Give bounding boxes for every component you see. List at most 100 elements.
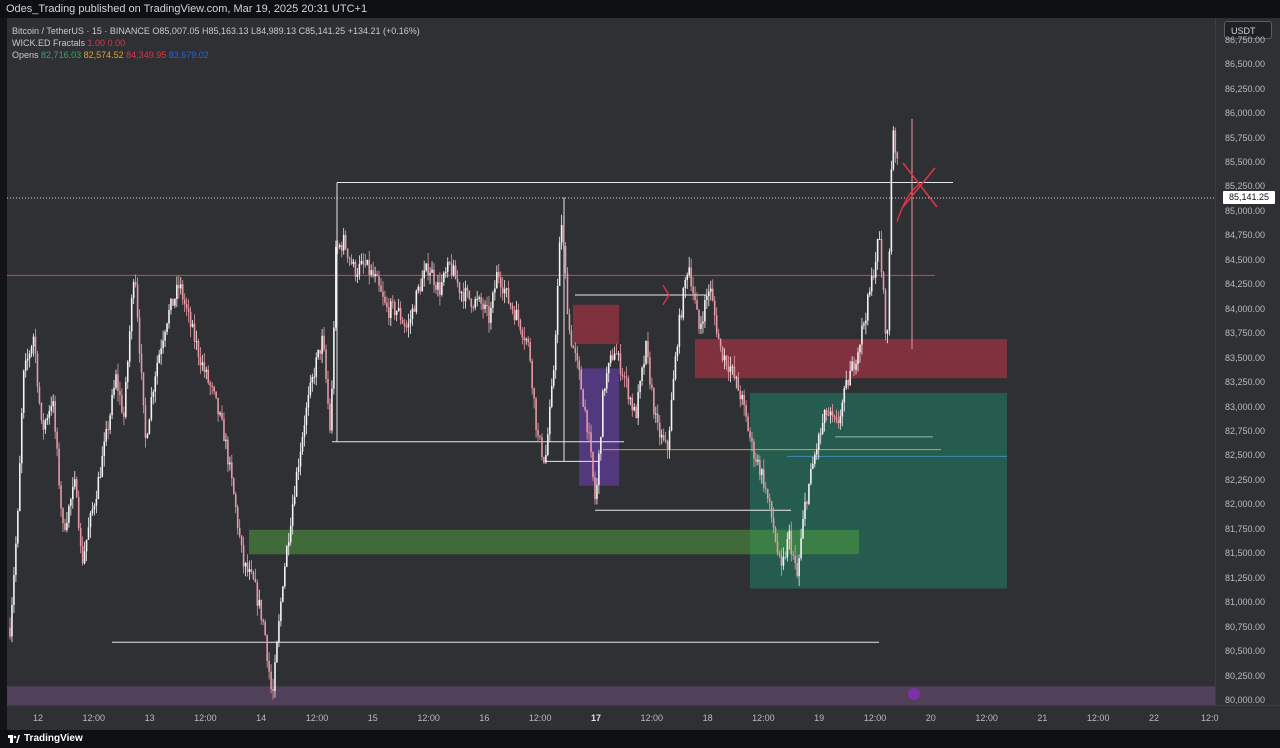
candle-body xyxy=(431,269,433,273)
candle-body xyxy=(537,430,539,436)
candle-body xyxy=(859,344,861,353)
fractals-indicator-name[interactable]: WICK.ED Fractals xyxy=(12,38,85,48)
indicator-marker-icon[interactable] xyxy=(908,688,920,700)
chart-container[interactable]: Bitcoin / TetherUS · 15 · BINANCE O85,00… xyxy=(7,18,1280,731)
price-tick-label: 81,250.00 xyxy=(1224,572,1265,583)
candle-body xyxy=(103,441,106,456)
candle-body xyxy=(653,388,655,415)
candle-body xyxy=(391,301,394,303)
candle-body xyxy=(568,314,571,331)
price-axis[interactable]: USDT 86,750.00 86,500.00 86,250.00 86,000.0… xyxy=(1215,18,1280,705)
candle-body xyxy=(658,422,661,438)
candle-body xyxy=(729,366,732,372)
candle-body xyxy=(250,569,253,573)
candle-body xyxy=(313,376,316,378)
candle-body xyxy=(672,378,675,401)
symbol-label[interactable]: Bitcoin / TetherUS · 15 · BINANCE xyxy=(12,26,150,36)
candle-body xyxy=(68,505,70,523)
candle-body xyxy=(766,488,769,499)
candle-body xyxy=(166,323,168,333)
candle-body xyxy=(234,494,237,507)
candle-body xyxy=(625,376,628,379)
candle-body xyxy=(154,376,157,392)
candle-body xyxy=(639,380,641,393)
candle-body xyxy=(470,298,473,308)
candle-body xyxy=(435,284,437,290)
candle-body xyxy=(690,267,692,287)
candle-body xyxy=(117,374,119,392)
candle-body xyxy=(315,357,318,377)
candle-body xyxy=(460,292,463,294)
time-tick-label: 12:00 xyxy=(417,713,440,723)
candle-body xyxy=(647,340,649,357)
publish-header: Odes_Trading published on TradingView.co… xyxy=(0,0,1280,18)
candle-body xyxy=(655,413,657,415)
candle-body xyxy=(185,304,188,309)
candle-body xyxy=(743,394,745,406)
candle-body xyxy=(725,355,728,366)
candle-body xyxy=(176,284,178,299)
candle-body xyxy=(203,362,206,372)
candle-body xyxy=(686,274,689,281)
candle-body xyxy=(874,261,877,278)
candle-body xyxy=(191,323,194,327)
candle-body xyxy=(564,245,567,274)
candle-body xyxy=(382,291,384,297)
candle-body xyxy=(366,259,369,265)
time-tick-label: 22 xyxy=(1148,713,1160,723)
candle-body xyxy=(256,582,259,606)
candle-body xyxy=(466,287,469,291)
candle-body xyxy=(476,298,478,300)
candle-body xyxy=(833,415,836,418)
candle-body xyxy=(217,397,219,415)
candle-body xyxy=(132,282,135,299)
candle-body xyxy=(231,462,233,479)
candle-body xyxy=(85,539,88,552)
candle-body xyxy=(635,406,637,419)
candle-body xyxy=(384,296,386,303)
time-tick-label: 21 xyxy=(1037,713,1048,723)
candle-body xyxy=(684,280,687,289)
current-price-tag: 85,141.25 xyxy=(1223,191,1275,205)
candle-body xyxy=(433,269,435,285)
candle-body xyxy=(896,152,899,159)
candle-body xyxy=(682,288,685,318)
candle-body xyxy=(831,411,834,416)
candle-body xyxy=(662,434,665,440)
time-tick-label: 12:0 xyxy=(1201,713,1219,723)
candle-body xyxy=(152,391,155,398)
time-axis[interactable]: 12 12:00 13 12:00 14 12:00 15 12:00 16 12:00 17 12:… xyxy=(7,705,1280,731)
candle-body xyxy=(849,370,851,386)
candle-body xyxy=(340,245,343,251)
candle-body xyxy=(505,288,508,290)
candle-body xyxy=(123,412,125,417)
candle-body xyxy=(592,452,594,478)
candle-body xyxy=(423,270,425,279)
chart-legend: Bitcoin / TetherUS · 15 · BINANCE O85,00… xyxy=(12,25,420,61)
candle-body xyxy=(814,454,816,464)
plot-area[interactable]: Bitcoin / TetherUS · 15 · BINANCE O85,00… xyxy=(7,18,1215,705)
candle-body xyxy=(91,509,94,514)
candle-body xyxy=(305,407,308,426)
candle-body xyxy=(11,604,13,637)
candle-body xyxy=(841,402,844,417)
candle-body xyxy=(870,275,873,292)
candle-body xyxy=(48,410,51,419)
opens-indicator-name[interactable]: Opens xyxy=(12,50,39,60)
time-tick-label: 19 xyxy=(814,713,825,723)
candle-body xyxy=(613,353,616,360)
candle-body xyxy=(892,130,895,170)
candle-body xyxy=(541,437,543,457)
candle-body xyxy=(737,377,740,391)
price-tick-label: 84,500.00 xyxy=(1224,254,1265,265)
candle-body xyxy=(855,363,857,370)
candle-body xyxy=(602,391,604,438)
candle-body xyxy=(376,274,378,277)
candle-body xyxy=(309,382,312,396)
price-chart[interactable] xyxy=(7,18,1215,705)
candle-body xyxy=(380,285,382,292)
price-tick-label: 84,000.00 xyxy=(1224,303,1265,314)
candle-body xyxy=(890,169,893,252)
candle-body xyxy=(839,416,842,424)
price-tick-label: 82,000.00 xyxy=(1224,499,1265,510)
